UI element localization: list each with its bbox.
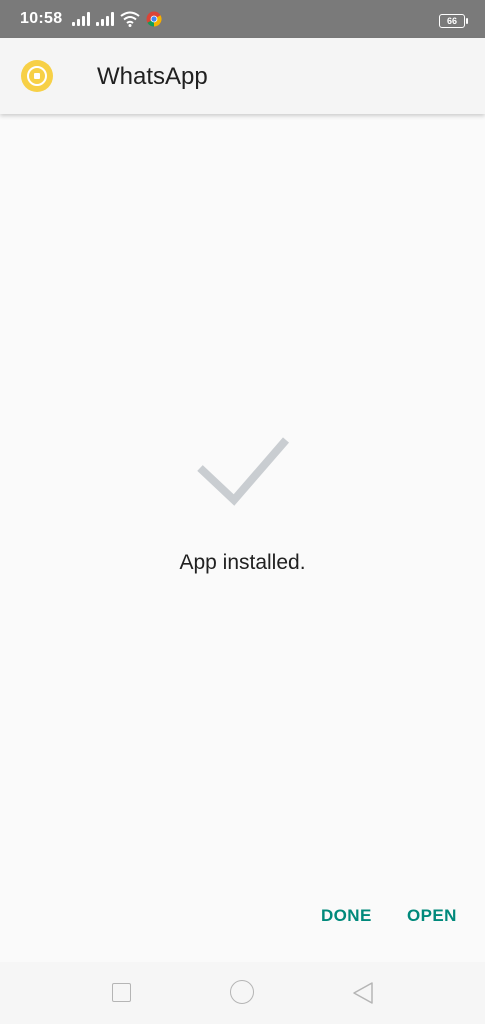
recent-apps-icon[interactable] [112,983,131,1002]
install-status-message: App installed. [179,551,306,574]
battery-icon: 66 [439,14,468,28]
open-button[interactable]: OPEN [407,906,457,926]
navigation-bar [0,962,485,1024]
app-bar: WhatsApp [0,38,485,114]
done-button[interactable]: DONE [321,906,372,926]
app-title: WhatsApp [97,63,208,90]
status-icons [72,11,162,27]
status-bar: 10:58 66 [0,0,485,38]
signal-icon [72,12,91,26]
app-logo-icon [21,60,53,92]
wifi-icon [120,11,141,27]
checkmark-icon [197,437,290,506]
chrome-icon [146,11,162,27]
status-time: 10:58 [20,10,63,27]
home-icon[interactable] [230,980,254,1004]
signal-icon-2 [96,12,115,26]
back-icon[interactable] [352,981,374,1005]
